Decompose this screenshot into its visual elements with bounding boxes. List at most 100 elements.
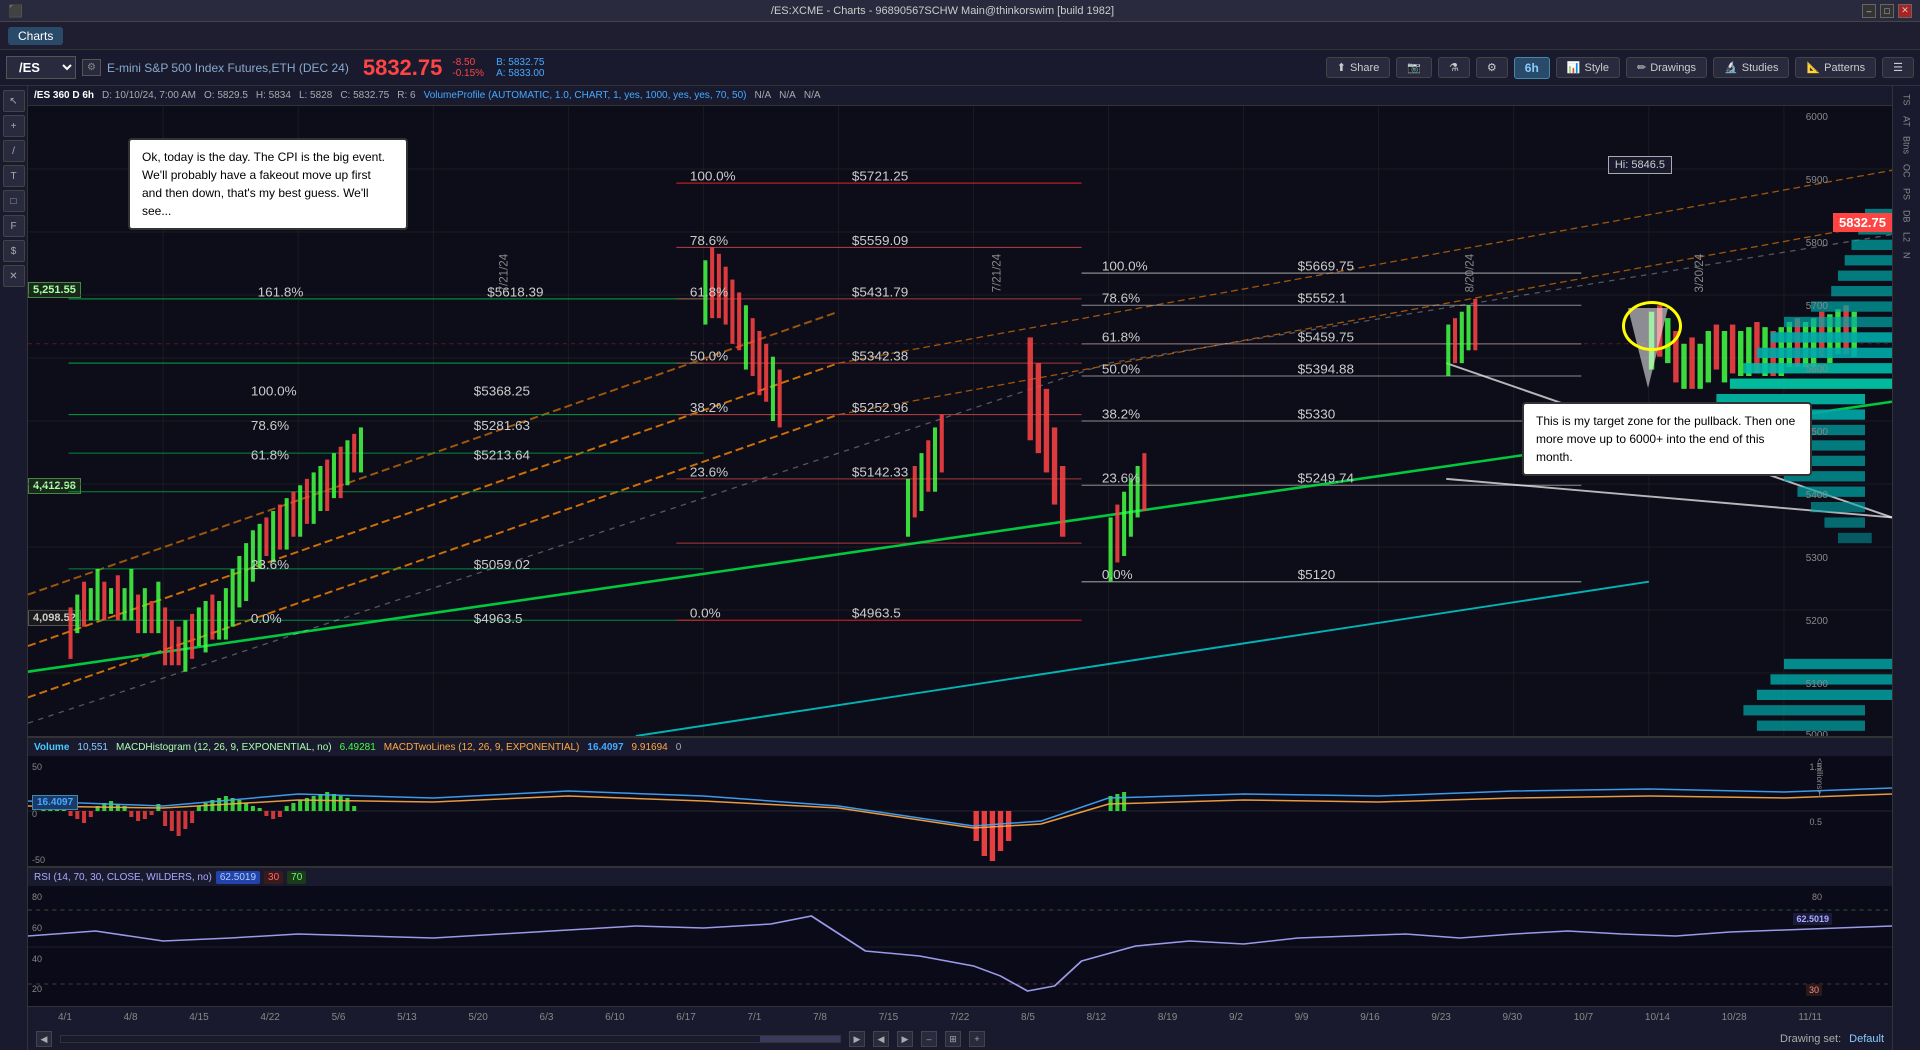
title-bar: ⬛ /ES:XCME - Charts - 96890567SCHW Main@… xyxy=(0,0,1920,22)
price-label-4098: 4,098.52 xyxy=(28,610,81,626)
current-price-box: 5832.75 xyxy=(1833,213,1892,232)
right-label-ps[interactable]: PS xyxy=(1900,184,1914,204)
svg-text:61.8%: 61.8% xyxy=(1102,330,1141,345)
annotation-box-target: This is my target zone for the pullback.… xyxy=(1522,402,1812,476)
app-icon: ⬛ xyxy=(8,4,23,18)
scroll-thumb xyxy=(760,1036,840,1042)
volume-value: 10,551 xyxy=(77,742,108,753)
macd-two-lines-label: MACDTwoLines (12, 26, 9, EXPONENTIAL) xyxy=(384,742,580,753)
eraser-tool[interactable]: ✕ xyxy=(3,265,25,287)
svg-text:8/20/24: 8/20/24 xyxy=(1462,253,1476,292)
svg-text:61.8%: 61.8% xyxy=(690,285,729,300)
date-tick-48: 4/8 xyxy=(124,1012,138,1023)
right-label-oc[interactable]: OC xyxy=(1900,160,1914,182)
title-text: /ES:XCME - Charts - 96890567SCHW Main@th… xyxy=(23,5,1862,17)
rsi-right-80: 80 xyxy=(1812,892,1822,902)
fit-button[interactable]: ⊞ xyxy=(945,1031,961,1047)
nav-right-button[interactable]: ▶ xyxy=(897,1031,913,1047)
rsi-indicator-label: RSI (14, 70, 30, CLOSE, WILDERS, no) xyxy=(34,872,212,883)
svg-text:$5721.25: $5721.25 xyxy=(852,169,908,184)
price-grid-6000: 6000 xyxy=(1806,112,1828,123)
date-tick-930: 9/30 xyxy=(1503,1012,1522,1023)
main-chart-canvas[interactable]: 5,251.55 4,412.98 4,098.52 Hi: 5846.5 58… xyxy=(28,106,1892,736)
date-tick-56: 5/6 xyxy=(332,1012,346,1023)
scroll-right-button[interactable]: ▶ xyxy=(849,1031,865,1047)
svg-text:$5559.09: $5559.09 xyxy=(852,233,908,248)
cursor-tool[interactable]: ↖ xyxy=(3,90,25,112)
price-label-5251: 5,251.55 xyxy=(28,282,81,298)
style-icon: 📊 xyxy=(1567,61,1581,74)
svg-text:$5249.74: $5249.74 xyxy=(1298,471,1354,486)
zoom-out-button[interactable]: – xyxy=(921,1031,937,1047)
svg-text:$5142.33: $5142.33 xyxy=(852,465,908,480)
triangle-annotation xyxy=(1628,308,1668,388)
instrument-info: E-mini S&P 500 Index Futures,ETH (DEC 24… xyxy=(107,61,349,75)
volume-svg xyxy=(28,756,1892,866)
rect-tool[interactable]: □ xyxy=(3,190,25,212)
price-change-abs: -8.50 xyxy=(452,57,484,68)
date-ticks: 4/1 4/8 4/15 4/22 5/6 5/13 5/20 6/3 6/10… xyxy=(58,1012,1822,1023)
svg-text:100.0%: 100.0% xyxy=(1102,259,1148,274)
svg-text:$5330: $5330 xyxy=(1298,407,1336,422)
main-content: ↖ + / T □ F $ ✕ /ES 360 D 6h D: 10/10/24… xyxy=(0,86,1920,1050)
date-tick-71: 7/1 xyxy=(747,1012,761,1023)
close-button[interactable]: ✕ xyxy=(1898,4,1912,18)
na1: N/A xyxy=(755,90,772,101)
price-tool[interactable]: $ xyxy=(3,240,25,262)
svg-text:0.0%: 0.0% xyxy=(1102,567,1133,582)
chart-info-header: /ES 360 D 6h D: 10/10/24, 7:00 AM O: 582… xyxy=(28,86,1892,106)
flask-button[interactable]: ⚗ xyxy=(1438,57,1470,78)
date-tick-63: 6/3 xyxy=(540,1012,554,1023)
right-label-l2[interactable]: L2 xyxy=(1900,228,1914,246)
svg-text:100.0%: 100.0% xyxy=(251,384,297,399)
scroll-track[interactable] xyxy=(60,1035,841,1043)
chart-area: /ES 360 D 6h D: 10/10/24, 7:00 AM O: 582… xyxy=(28,86,1892,1050)
date-tick-1111: 11/11 xyxy=(1798,1012,1822,1023)
symbol-settings-button[interactable]: ⚙ xyxy=(82,59,101,76)
studies-button[interactable]: 🔬 Studies xyxy=(1713,57,1789,78)
camera-button[interactable]: 📷 xyxy=(1396,57,1432,78)
patterns-button[interactable]: 📐 Patterns xyxy=(1795,57,1876,78)
svg-text:78.6%: 78.6% xyxy=(251,418,290,433)
date-tick-85: 8/5 xyxy=(1021,1012,1035,1023)
toolbar: /ES ⚙ E-mini S&P 500 Index Futures,ETH (… xyxy=(0,50,1920,86)
current-price: 5832.75 xyxy=(363,55,443,81)
zoom-in-button[interactable]: + xyxy=(969,1031,985,1047)
symbol-selector[interactable]: /ES xyxy=(6,56,76,79)
line-tool[interactable]: / xyxy=(3,140,25,162)
share-button[interactable]: ⬆ Share xyxy=(1326,57,1391,78)
macd-value3: 0 xyxy=(676,742,682,753)
price-grid-5700: 5700 xyxy=(1806,301,1828,312)
gear-button[interactable]: ⚙ xyxy=(1476,57,1508,78)
maximize-button[interactable]: □ xyxy=(1880,4,1894,18)
svg-text:100.0%: 100.0% xyxy=(690,169,736,184)
svg-text:0.0%: 0.0% xyxy=(251,611,282,626)
macd-hist-value: 6.49281 xyxy=(340,742,376,753)
menu-item-charts[interactable]: Charts xyxy=(8,27,63,45)
price-change-pct: -0.15% xyxy=(452,68,484,79)
date-tick-99: 9/9 xyxy=(1295,1012,1309,1023)
right-label-at[interactable]: AT xyxy=(1900,112,1914,131)
svg-text:$5394.88: $5394.88 xyxy=(1298,362,1354,377)
right-label-ts[interactable]: TS xyxy=(1900,90,1914,110)
right-label-n[interactable]: N xyxy=(1900,248,1914,263)
macd-value2: 9.91694 xyxy=(632,742,668,753)
svg-text:$5342.38: $5342.38 xyxy=(852,349,908,364)
svg-text:$5618.39: $5618.39 xyxy=(487,285,543,300)
text-tool[interactable]: T xyxy=(3,165,25,187)
minimize-button[interactable]: – xyxy=(1862,4,1876,18)
more-options-button[interactable]: ☰ xyxy=(1882,57,1914,78)
crosshair-tool[interactable]: + xyxy=(3,115,25,137)
svg-text:$5431.79: $5431.79 xyxy=(852,285,908,300)
timeframe-button[interactable]: 6h xyxy=(1514,57,1550,79)
studies-icon: 🔬 xyxy=(1724,61,1738,74)
bid: B: 5832.75 xyxy=(496,57,544,68)
right-label-btns[interactable]: Btns xyxy=(1900,132,1914,158)
fib-tool[interactable]: F xyxy=(3,215,25,237)
chart-open: O: 5829.5 xyxy=(204,90,248,101)
drawings-button[interactable]: ✏ Drawings xyxy=(1626,57,1707,78)
scroll-left-button[interactable]: ◀ xyxy=(36,1031,52,1047)
nav-left-button[interactable]: ◀ xyxy=(873,1031,889,1047)
right-label-db[interactable]: DB xyxy=(1900,206,1914,227)
style-button[interactable]: 📊 Style xyxy=(1556,57,1620,78)
